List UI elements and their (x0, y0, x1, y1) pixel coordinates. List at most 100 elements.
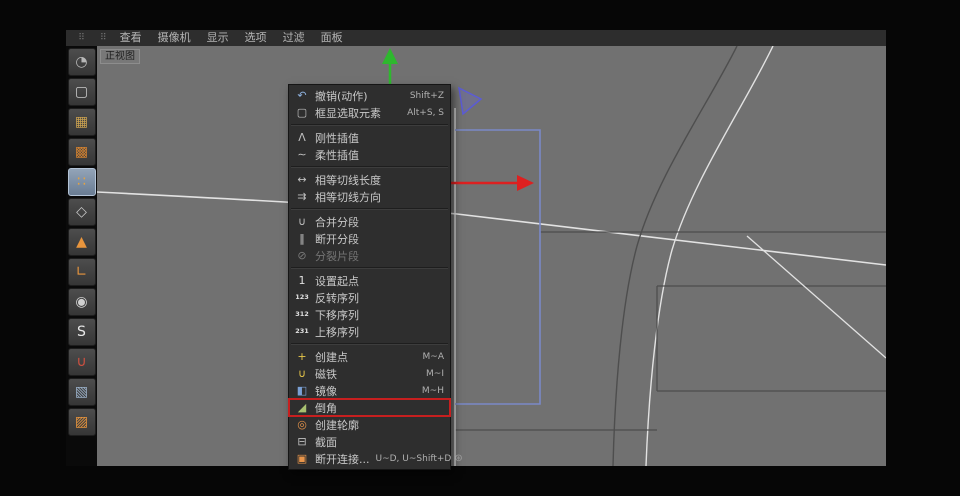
split-segment-icon: ⊘ (293, 250, 311, 261)
menu-item-reverse-sequence[interactable]: 123反转序列 (289, 289, 450, 306)
menu-item-label: 创建轮廓 (315, 417, 359, 433)
soft-interpolation-icon: ∼ (293, 149, 311, 160)
menu-item-magnet[interactable]: ∪ 磁铁 M~I (289, 365, 450, 382)
menu-item-soft-interpolation[interactable]: ∼ 柔性插值 (289, 146, 450, 163)
menu-item-move-up-sequence[interactable]: 231 上移序列 (289, 323, 450, 340)
shortcut-label: M~A (417, 352, 444, 362)
menu-item-mirror[interactable]: ◧ 镜像 M~H (289, 382, 450, 399)
rigid-interpolation-icon: Λ (293, 132, 311, 143)
y-axis-arrowhead[interactable] (382, 48, 398, 64)
menu-item-label: 合并分段 (315, 214, 359, 230)
menu-item-label: 分裂片段 (315, 248, 359, 264)
tangent-handle[interactable] (459, 88, 481, 114)
menu-item-label: 撤销(动作) (315, 88, 368, 104)
menu-item-label: 磁铁 (315, 366, 337, 382)
menu-item-label: 柔性插值 (315, 147, 359, 163)
tool-model-mode[interactable]: ▢ (68, 78, 96, 106)
menu-item-label: 相等切线方向 (315, 189, 381, 205)
texture-mode-icon: ▦ (75, 115, 88, 129)
menubar: ⠿ 查看摄像机显示选项过滤面板 (97, 30, 886, 46)
menu-item-bevel[interactable]: ◢倒角 (289, 399, 450, 416)
reverse-sequence-icon: 123 (293, 294, 311, 301)
shortcut-label: Shift+Z (404, 91, 444, 101)
tool-make-editable[interactable]: ◔ (68, 48, 96, 76)
viewport-label[interactable]: 正视图 (100, 49, 140, 64)
lock-workplane-icon: ▧ (75, 385, 88, 399)
context-menu: ↶撤销(动作)Shift+Z▢框显选取元素Alt+S, SΛ刚性插值∼柔性插值↔… (288, 84, 451, 470)
menu-item-join-segments[interactable]: ∪ 合并分段 (289, 213, 450, 230)
menu-item-frame-selected[interactable]: ▢框显选取元素Alt+S, S (289, 104, 450, 121)
menu-item-set-start-point[interactable]: 1设置起点 (289, 272, 450, 289)
tool-points-mode[interactable]: ∷ (68, 168, 96, 196)
menubar-grip-icon: ⠿ (97, 33, 112, 43)
edges-mode-icon: ◇ (76, 205, 87, 219)
magnet-snap-icon: ∪ (76, 355, 86, 369)
polygons-mode-icon: ▲ (76, 235, 87, 249)
make-editable-icon: ◔ (75, 55, 87, 69)
menu-separator (291, 124, 448, 126)
menu-item-equal-tangent-length[interactable]: ↔相等切线长度 (289, 171, 450, 188)
sidebar: ◔ ▢ ▦ ▩ ∷ ◇ ▲ ∟ ◉ S ∪ ▧ ▨ (66, 46, 97, 466)
menubar-items: 查看摄像机显示选项过滤面板 (112, 30, 351, 46)
break-segments-icon: ‖ (293, 233, 311, 244)
menu-separator (291, 267, 448, 269)
menu-item-undo[interactable]: ↶撤销(动作)Shift+Z (289, 87, 450, 104)
menu-display[interactable]: 显示 (199, 30, 237, 46)
menu-item-cross-section[interactable]: ⊟截面 (289, 433, 450, 450)
tool-magnet-snap[interactable]: ∪ (68, 348, 96, 376)
x-axis-arrowhead[interactable] (517, 175, 534, 191)
menu-item-disconnect[interactable]: ▣断开连接...U~D, U~Shift+D⊛ (289, 450, 450, 467)
snap-icon: S (77, 325, 86, 339)
magnet-icon: ∪ (293, 368, 311, 379)
menu-item-label: 断开连接... (315, 451, 370, 467)
tool-workplane-mode[interactable]: ▩ (68, 138, 96, 166)
wire-diagonal (747, 236, 886, 358)
menu-item-break-segments[interactable]: ‖断开分段 (289, 230, 450, 247)
menu-view[interactable]: 查看 (112, 30, 150, 46)
shortcut-label: M~I (420, 369, 444, 379)
viewport[interactable]: 正视图 (97, 46, 886, 466)
tool-lock-workplane[interactable]: ▧ (68, 378, 96, 406)
move-up-sequence-icon: 231 (293, 328, 311, 335)
menu-options[interactable]: 选项 (237, 30, 275, 46)
create-outline-icon: ◎ (293, 419, 311, 430)
menu-item-label: 倒角 (315, 400, 337, 416)
menu-item-label: 镜像 (315, 383, 337, 399)
menu-item-label: 刚性插值 (315, 130, 359, 146)
menu-item-create-point[interactable]: +创建点M~A (289, 348, 450, 365)
points-mode-icon: ∷ (77, 175, 86, 189)
wire-curve-dark (613, 46, 737, 466)
menu-item-rigid-interpolation[interactable]: Λ 刚性插值 (289, 129, 450, 146)
menu-item-label: 设置起点 (315, 273, 359, 289)
viewport-solo-icon: ◉ (75, 295, 87, 309)
equal-tangent-length-icon: ↔ (293, 174, 311, 185)
tool-enable-axis[interactable]: ∟ (68, 258, 96, 286)
gear-icon[interactable]: ⊛ (454, 453, 462, 464)
move-down-sequence-icon: 312 (293, 311, 311, 318)
menu-panel[interactable]: 面板 (313, 30, 351, 46)
frame-selected-icon: ▢ (293, 107, 311, 118)
join-segments-icon: ∪ (293, 216, 311, 227)
shortcut-label: M~H (416, 386, 444, 396)
menu-item-label: 上移序列 (315, 324, 359, 340)
quantize-icon: ▨ (75, 415, 88, 429)
menu-item-label: 框显选取元素 (315, 105, 381, 121)
menu-item-move-down-sequence[interactable]: 312 下移序列 (289, 306, 450, 323)
tool-viewport-solo[interactable]: ◉ (68, 288, 96, 316)
menu-camera[interactable]: 摄像机 (150, 30, 199, 46)
tool-edges-mode[interactable]: ◇ (68, 198, 96, 226)
tool-snap[interactable]: S (68, 318, 96, 346)
menu-filter[interactable]: 过滤 (275, 30, 313, 46)
menu-item-label: 下移序列 (315, 307, 359, 323)
menu-separator (291, 208, 448, 210)
tool-quantize[interactable]: ▨ (68, 408, 96, 436)
tool-texture-mode[interactable]: ▦ (68, 108, 96, 136)
grip-icon: ⠿ (66, 30, 97, 46)
disconnect-icon: ▣ (293, 453, 311, 464)
menu-separator (291, 343, 448, 345)
tool-polygons-mode[interactable]: ▲ (68, 228, 96, 256)
enable-axis-icon: ∟ (76, 265, 88, 279)
mirror-icon: ◧ (293, 385, 311, 396)
menu-item-create-outline[interactable]: ◎ 创建轮廓 (289, 416, 450, 433)
menu-item-equal-tangent-direction[interactable]: ⇉相等切线方向 (289, 188, 450, 205)
